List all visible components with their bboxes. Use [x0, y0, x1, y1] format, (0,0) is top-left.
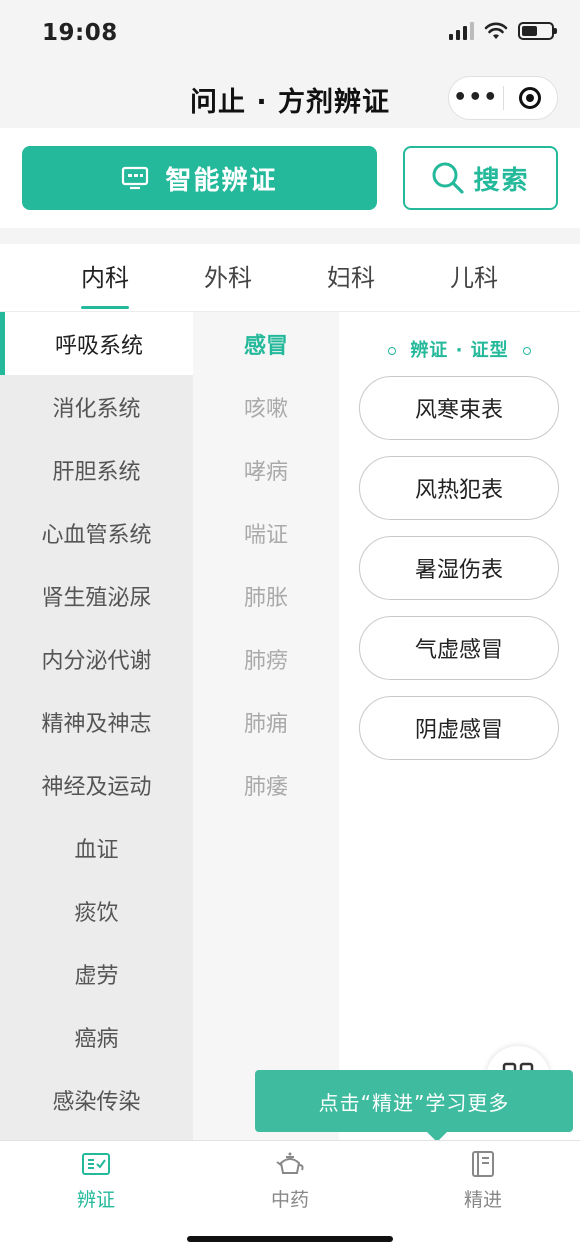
syndrome-panel: 辨证 · 证型 风寒束表 风热犯表 暑湿伤表 气虚感冒 阴虚感冒 [339, 312, 580, 1140]
system-item[interactable]: 精神及神志 [0, 690, 193, 753]
mini-program-capsule: ••• [448, 76, 558, 120]
disease-item[interactable]: 感冒 [193, 312, 339, 375]
tab-pediatrics[interactable]: 儿科 [424, 258, 524, 293]
nav-bar: 问止 · 方剂辨证 ••• [0, 66, 580, 128]
disease-item[interactable]: 肺胀 [193, 564, 339, 627]
diagnosis-icon [82, 1153, 110, 1175]
monitor-icon [122, 166, 149, 190]
book-icon [472, 1151, 494, 1177]
system-item[interactable]: 虚劳 [0, 942, 193, 1005]
system-item[interactable]: 心血管系统 [0, 501, 193, 564]
status-bar: 19:08 [0, 0, 580, 66]
syndrome-pill[interactable]: 暑湿伤表 [359, 536, 559, 600]
more-dots-icon[interactable]: ••• [449, 76, 503, 120]
department-tabs: 内科 外科 妇科 儿科 [0, 244, 580, 312]
tab-diagnosis[interactable]: 辨证 [36, 1147, 156, 1212]
smart-diagnosis-button[interactable]: 智能辨证 [22, 146, 377, 210]
status-icons [449, 22, 557, 40]
battery-icon [518, 22, 557, 40]
system-item[interactable]: 内分泌代谢 [0, 627, 193, 690]
tab-herbs[interactable]: 中药 [230, 1147, 350, 1212]
tab-internal-medicine[interactable]: 内科 [55, 258, 155, 309]
disease-item[interactable]: 肺痿 [193, 753, 339, 816]
disease-item[interactable]: 咳嗽 [193, 375, 339, 438]
status-time: 19:08 [42, 20, 118, 46]
tab-gynecology[interactable]: 妇科 [301, 258, 401, 293]
teapot-icon [276, 1152, 304, 1174]
syndrome-pill[interactable]: 风寒束表 [359, 376, 559, 440]
disease-item[interactable]: 哮病 [193, 438, 339, 501]
system-item[interactable]: 肾生殖泌尿 [0, 564, 193, 627]
system-item[interactable]: 痰饮 [0, 879, 193, 942]
tab-surgery[interactable]: 外科 [178, 258, 278, 293]
system-item[interactable]: 癌病 [0, 1005, 193, 1068]
tab-herbs-label: 中药 [270, 1189, 309, 1211]
system-list: 呼吸系统 消化系统 肝胆系统 心血管系统 肾生殖泌尿 内分泌代谢 精神及神志 神… [0, 312, 193, 1140]
wifi-icon [484, 22, 508, 39]
syndrome-list: 风寒束表 风热犯表 暑湿伤表 气虚感冒 阴虚感冒 [359, 376, 559, 776]
search-label: 搜索 [473, 165, 530, 196]
search-button[interactable]: 搜索 [403, 146, 558, 210]
syndrome-pill[interactable]: 气虚感冒 [359, 616, 559, 680]
system-item[interactable]: 呼吸系统 [0, 312, 193, 375]
home-indicator[interactable] [187, 1236, 393, 1242]
action-area: 智能辨证 搜索 [0, 128, 580, 228]
tab-advance[interactable]: 精进 [423, 1147, 543, 1212]
syndrome-pill[interactable]: 风热犯表 [359, 456, 559, 520]
target-close-icon[interactable] [503, 87, 557, 109]
search-icon [432, 162, 465, 194]
system-item[interactable]: 消化系统 [0, 375, 193, 438]
learn-more-tooltip[interactable]: 点击“精进”学习更多 [255, 1070, 573, 1142]
system-item[interactable]: 神经及运动 [0, 753, 193, 816]
disease-list: 感冒 咳嗽 哮病 喘证 肺胀 肺痨 肺痈 肺痿 [193, 312, 339, 1140]
tab-diagnosis-label: 辨证 [76, 1189, 115, 1211]
system-item[interactable]: 血证 [0, 816, 193, 879]
syndrome-header: 辨证 · 证型 [339, 336, 580, 362]
system-item[interactable]: 肝胆系统 [0, 438, 193, 501]
system-item[interactable]: 感染传染 [0, 1068, 193, 1131]
disease-item[interactable]: 喘证 [193, 501, 339, 564]
signal-icon [449, 22, 474, 40]
syndrome-pill[interactable]: 阴虚感冒 [359, 696, 559, 760]
tab-advance-label: 精进 [463, 1189, 502, 1211]
battery-fill [522, 26, 538, 36]
disease-item[interactable]: 肺痈 [193, 690, 339, 753]
disease-item[interactable]: 肺痨 [193, 627, 339, 690]
smart-diagnosis-label: 智能辨证 [165, 165, 278, 196]
